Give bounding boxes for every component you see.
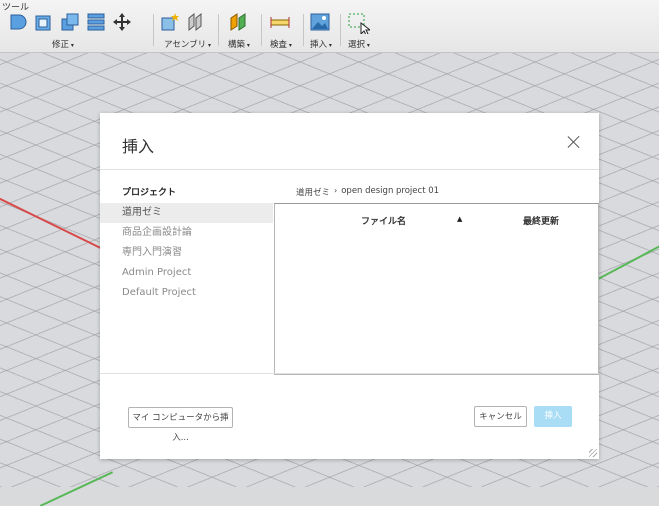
measure-icon[interactable]	[270, 12, 290, 32]
upload-from-computer-button[interactable]: マイ コンピュータから挿入...	[128, 407, 233, 443]
project-item[interactable]: 専門入門演習	[100, 243, 273, 263]
combine-icon[interactable]	[60, 12, 80, 32]
breadcrumb-separator: ›	[334, 186, 338, 195]
cancel-button[interactable]: キャンセル	[474, 406, 527, 427]
new-component-icon[interactable]	[160, 12, 180, 32]
offset-plane-icon[interactable]	[228, 12, 248, 32]
modify-group[interactable]: 修正	[0, 10, 132, 50]
breadcrumb: 道用ゼミ › open design project 01	[296, 186, 439, 198]
project-item[interactable]: 商品企画設計論	[100, 223, 273, 243]
separator	[303, 14, 304, 46]
select-label: 選択	[348, 38, 370, 50]
assemble-group[interactable]: アセンブリ	[160, 10, 206, 50]
assemble-label: アセンブリ	[164, 38, 211, 50]
inspect-group[interactable]: 検査	[270, 10, 290, 50]
file-table: ファイル名 ▲ 最終更新	[274, 203, 599, 375]
project-item[interactable]: 道用ゼミ	[100, 203, 273, 223]
breadcrumb-current: open design project 01	[341, 186, 440, 196]
project-list: 道用ゼミ 商品企画設計論 専門入門演習 Admin Project Defaul…	[100, 203, 273, 303]
column-header-last-modified[interactable]: 最終更新	[523, 214, 559, 227]
resize-handle-icon[interactable]	[589, 449, 597, 457]
sort-ascending-icon[interactable]: ▲	[457, 215, 462, 223]
project-item[interactable]: Admin Project	[100, 263, 273, 283]
project-item[interactable]: Default Project	[100, 283, 273, 303]
insert-label: 挿入	[310, 38, 332, 50]
fillet-icon[interactable]	[8, 12, 28, 32]
select-group[interactable]: 選択	[348, 10, 372, 50]
window-select-icon[interactable]	[348, 12, 372, 36]
construct-label: 構築	[228, 38, 250, 50]
construct-group[interactable]: 構築	[228, 10, 248, 50]
divider	[100, 169, 599, 170]
dialog-title: 挿入	[122, 137, 155, 156]
separator	[261, 14, 262, 46]
y-axis-line	[597, 240, 659, 280]
insert-image-icon[interactable]	[310, 12, 330, 32]
insert-group[interactable]: 挿入	[310, 10, 330, 50]
stack-icon[interactable]	[86, 12, 106, 32]
projects-header: プロジェクト	[122, 188, 177, 198]
separator	[340, 14, 341, 46]
column-header-filename[interactable]: ファイル名	[361, 214, 406, 227]
insert-button[interactable]: 挿入	[534, 406, 572, 427]
x-axis-line	[0, 193, 108, 252]
divider	[100, 373, 599, 374]
joint-icon[interactable]	[186, 12, 206, 32]
separator	[218, 14, 219, 46]
close-icon[interactable]	[567, 135, 581, 149]
y-axis-line	[39, 471, 113, 506]
inspect-label: 検査	[270, 38, 292, 50]
separator	[153, 14, 154, 46]
breadcrumb-root[interactable]: 道用ゼミ	[296, 186, 330, 198]
move-icon[interactable]	[112, 12, 132, 32]
toolbar: ツール 修正 ▾ アセンブリ ▾ 構築 ▾ 検査 ▾ 挿入 ▾ 選択 ▾	[0, 0, 659, 53]
shell-icon[interactable]	[34, 12, 54, 32]
insert-dialog: 挿入 プロジェクト 道用ゼミ 商品企画設計論 専門入門演習 Admin Proj…	[100, 113, 599, 459]
modify-label: 修正	[52, 38, 74, 50]
